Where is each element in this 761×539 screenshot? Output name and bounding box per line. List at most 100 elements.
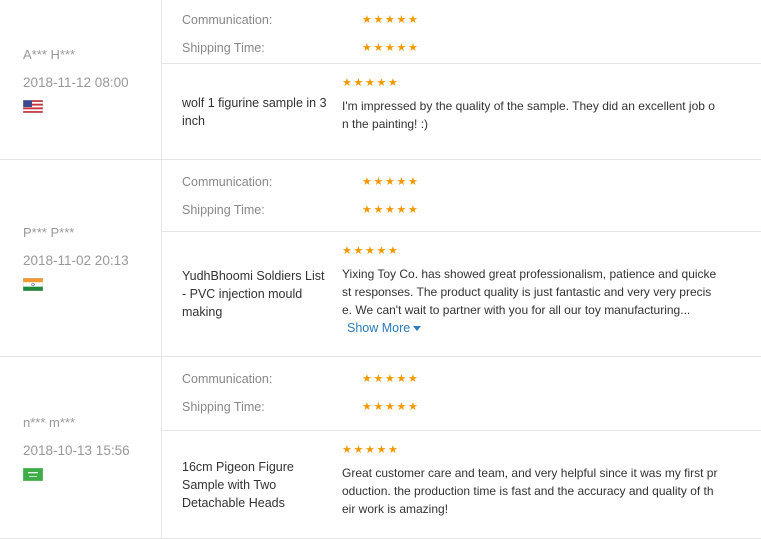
star-icon: ★: [342, 245, 352, 257]
saudi-flag-icon: [23, 467, 43, 481]
star-icon: ★: [362, 13, 372, 26]
buyer-name: A*** H***: [23, 46, 76, 62]
review-detail: Communication: ★ ★ ★ ★ ★ Shipping Time: ★ ★ ★ ★…: [162, 0, 761, 159]
star-icon: ★: [365, 245, 375, 257]
star-icon: ★: [365, 444, 375, 456]
communication-stars: ★ ★ ★ ★ ★: [362, 372, 420, 385]
star-icon: ★: [385, 372, 395, 385]
star-icon: ★: [396, 372, 407, 385]
review-list: A*** H*** 2018-11-12 08:00 Communication…: [0, 0, 761, 539]
review-body: ★ ★ ★ ★ ★ I'm impressed by the quality of th…: [342, 64, 761, 159]
star-icon: ★: [385, 41, 395, 54]
star-icon: ★: [362, 175, 372, 188]
star-icon: ★: [373, 175, 384, 188]
star-icon: ★: [385, 400, 395, 413]
ratings: Communication: ★ ★ ★ ★ ★ Shipping Time: ★ ★ ★ ★…: [162, 0, 761, 64]
star-icon: ★: [385, 203, 395, 216]
star-icon: ★: [388, 77, 398, 89]
product-name-text: wolf 1 figurine sample in 3 inch: [182, 95, 327, 128]
communication-stars: ★ ★ ★ ★ ★: [362, 13, 420, 26]
shipping-stars: ★ ★ ★ ★ ★: [362, 400, 420, 413]
star-icon: ★: [408, 13, 418, 26]
star-icon: ★: [388, 444, 398, 456]
star-icon: ★: [362, 203, 372, 216]
shipping-rating-row: Shipping Time: ★ ★ ★ ★ ★: [162, 393, 761, 421]
us-flag-icon: [23, 99, 43, 113]
review-date: 2018-11-12 08:00: [23, 74, 129, 90]
star-icon: ★: [373, 400, 384, 413]
buyer-name: P*** P***: [23, 225, 75, 240]
star-icon: ★: [353, 77, 364, 89]
product-name: 16cm Pigeon Figure Sample with Two Detac…: [162, 431, 342, 538]
star-icon: ★: [342, 444, 352, 456]
star-icon: ★: [408, 400, 418, 413]
review-text: Great customer care and team, and very h…: [342, 466, 718, 516]
shipping-time-label: Shipping Time:: [182, 203, 265, 217]
ratings: Communication: ★ ★ ★ ★ ★ Shipping Time: ★ ★ ★ ★…: [162, 160, 761, 232]
star-icon: ★: [342, 77, 352, 89]
star-icon: ★: [376, 245, 387, 257]
review-detail: Communication: ★ ★ ★ ★ ★ Shipping Time: ★ ★ ★ ★…: [162, 357, 761, 538]
shipping-rating-row: Shipping Time: ★ ★ ★ ★ ★: [162, 34, 761, 62]
star-icon: ★: [362, 372, 372, 385]
star-icon: ★: [396, 41, 407, 54]
buyer-info: A*** H*** 2018-11-12 08:00: [0, 0, 162, 159]
review-date: 2018-11-02 20:13: [23, 253, 129, 268]
product-stars: ★ ★ ★ ★ ★: [342, 445, 739, 456]
review-body: ★ ★ ★ ★ ★ Yixing Toy Co. has showed great pr…: [342, 232, 761, 356]
shipping-stars: ★ ★ ★ ★ ★: [362, 203, 420, 216]
shipping-time-label: Shipping Time:: [182, 41, 265, 55]
product-stars: ★ ★ ★ ★ ★: [342, 78, 739, 89]
communication-rating-row: Communication: ★ ★ ★ ★ ★: [162, 6, 761, 34]
star-icon: ★: [385, 175, 395, 188]
star-icon: ★: [376, 77, 387, 89]
caret-down-icon: [413, 326, 422, 332]
product-name-text: YudhBhoomi Soldiers List - PVC injection…: [182, 269, 325, 319]
star-icon: ★: [385, 13, 395, 26]
communication-label: Communication:: [182, 372, 273, 386]
star-icon: ★: [373, 372, 384, 385]
star-icon: ★: [373, 203, 384, 216]
buyer-name: n*** m***: [23, 414, 76, 430]
star-icon: ★: [362, 400, 372, 413]
shipping-stars: ★ ★ ★ ★ ★: [362, 41, 420, 54]
review-detail: Communication: ★ ★ ★ ★ ★ Shipping Time: ★ ★ ★ ★…: [162, 160, 761, 356]
star-icon: ★: [362, 41, 372, 54]
review-body: ★ ★ ★ ★ ★ Great customer care and team, and …: [342, 431, 761, 538]
star-icon: ★: [408, 203, 418, 216]
review-item: P*** P*** 2018-11-02 20:13 Communication…: [0, 160, 761, 357]
communication-label: Communication:: [182, 175, 273, 189]
star-icon: ★: [408, 175, 418, 188]
product-review: wolf 1 figurine sample in 3 inch ★ ★ ★ ★ ★ I…: [162, 64, 761, 159]
communication-rating-row: Communication: ★ ★ ★ ★ ★: [162, 365, 761, 393]
india-flag-icon: [23, 278, 43, 291]
show-more-link[interactable]: Show More: [347, 321, 422, 335]
product-name-text: 16cm Pigeon Figure Sample with Two Detac…: [182, 459, 294, 510]
review-item: A*** H*** 2018-11-12 08:00 Communication…: [0, 0, 761, 160]
review-text: Yixing Toy Co. has showed great professi…: [342, 267, 717, 317]
star-icon: ★: [408, 41, 418, 54]
shipping-rating-row: Shipping Time: ★ ★ ★ ★ ★: [162, 196, 761, 224]
star-icon: ★: [353, 444, 364, 456]
star-icon: ★: [396, 175, 407, 188]
shipping-time-label: Shipping Time:: [182, 400, 265, 414]
buyer-info: n*** m*** 2018-10-13 15:56: [0, 357, 162, 538]
star-icon: ★: [376, 444, 387, 456]
product-name: wolf 1 figurine sample in 3 inch: [162, 64, 342, 159]
star-icon: ★: [373, 41, 384, 54]
buyer-info: P*** P*** 2018-11-02 20:13: [0, 160, 162, 356]
star-icon: ★: [396, 203, 407, 216]
ratings: Communication: ★ ★ ★ ★ ★ Shipping Time: ★ ★ ★ ★…: [162, 357, 761, 431]
star-icon: ★: [373, 13, 384, 26]
star-icon: ★: [365, 77, 375, 89]
star-icon: ★: [396, 13, 407, 26]
review-item: n*** m*** 2018-10-13 15:56 Communication…: [0, 357, 761, 539]
communication-label: Communication:: [182, 13, 273, 27]
product-name: YudhBhoomi Soldiers List - PVC injection…: [162, 232, 342, 356]
product-review: 16cm Pigeon Figure Sample with Two Detac…: [162, 431, 761, 538]
star-icon: ★: [353, 245, 364, 257]
show-more-label: Show More: [347, 321, 411, 335]
product-review: YudhBhoomi Soldiers List - PVC injection…: [162, 232, 761, 356]
review-text: I'm impressed by the quality of the samp…: [342, 99, 715, 131]
star-icon: ★: [396, 400, 407, 413]
